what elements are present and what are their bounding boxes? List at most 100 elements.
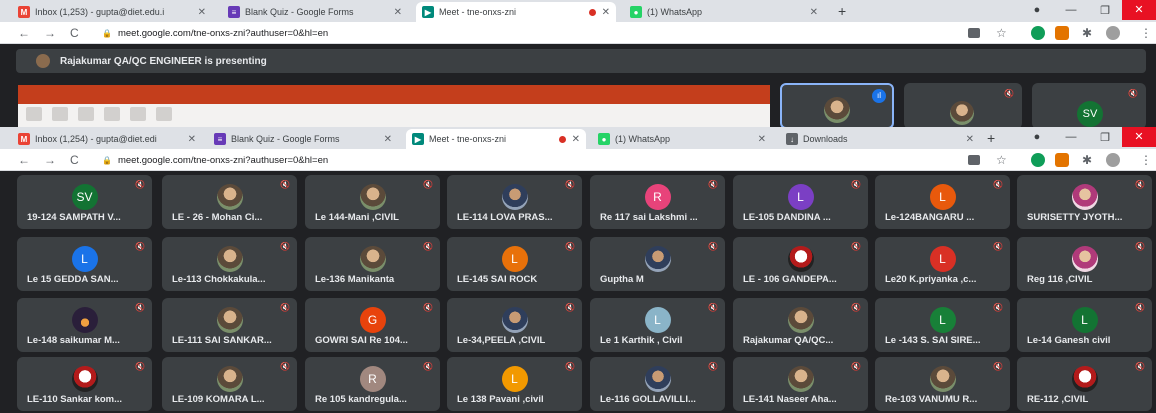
close-tab-icon[interactable]: ✕ [384,134,392,145]
maximize-button[interactable]: ❐ [1088,131,1122,144]
participant-tile[interactable]: 🔇 L Le 1 Karthik , Civil [590,298,725,352]
back-icon[interactable]: ← [18,26,30,40]
camera-icon[interactable] [968,28,980,38]
address-bar[interactable]: 🔒 meet.google.com/tne-onxs-zni?authuser=… [102,25,328,41]
participant-tile[interactable]: 🔇 Le-113 Chokkakula... [162,237,297,291]
participant-tile[interactable]: 🔇 LE - 26 - Mohan Ci... [162,175,297,229]
forward-icon[interactable]: → [44,153,56,167]
participant-tile-speaking[interactable]: ıl [780,83,894,129]
participant-tile[interactable]: 🔇 Le-136 Manikanta [305,237,440,291]
participant-tile[interactable]: 🔇 L Le -143 S. SAI SIRE... [875,298,1010,352]
mic-off-icon: 🔇 [993,242,1003,251]
profile-avatar[interactable] [1106,153,1120,167]
back-icon[interactable]: ← [18,153,30,167]
participant-name: Re 105 kandregula... [315,394,407,405]
participant-tile[interactable]: 🔇 L Le 138 Pavani ,civil [447,357,582,411]
browser-tab[interactable]: ● (1) WhatsApp ✕ [624,2,824,22]
participant-tile[interactable]: 🔇 L Le 15 GEDDA SAN... [17,237,152,291]
close-tab-icon[interactable]: ✕ [758,134,766,145]
close-window-button[interactable]: ✕ [1122,127,1156,147]
participant-tile[interactable]: 🔇 LE-141 Naseer Aha... [733,357,868,411]
camera-icon[interactable] [968,155,980,165]
participant-tile[interactable]: 🔇 LE-110 Sankar kom... [17,357,152,411]
reload-icon[interactable]: C [70,26,79,40]
extension-icon[interactable] [1031,153,1045,167]
new-tab-button[interactable]: + [987,130,995,146]
participant-tile[interactable]: 🔇 SV 19-124 SAMPATH V... [17,175,152,229]
participant-tile[interactable]: 🔇 R Re 117 sai Lakshmi ... [590,175,725,229]
participant-name: LE-145 SAI ROCK [457,274,538,285]
tab-title: Inbox (1,254) - gupta@diet.edi [35,134,157,144]
participant-tile[interactable]: 🔇 LE - 106 GANDEPA... [733,237,868,291]
participant-tile[interactable]: 🔇 Re-103 VANUMU R... [875,357,1010,411]
mic-off-icon: 🔇 [280,362,290,371]
browser-tab[interactable]: ↓ Downloads ✕ [780,129,980,149]
participant-name: LE-110 Sankar kom... [27,394,123,405]
extension-icon[interactable] [1055,153,1069,167]
browser-tab[interactable]: ≡ Blank Quiz - Google Forms ✕ [208,129,398,149]
lock-icon: 🔒 [102,28,112,38]
browser-tab[interactable]: ▶ Meet - tne-onxs-zni ✕ [406,129,586,149]
mic-off-icon: 🔇 [135,362,145,371]
participant-tile[interactable]: 🔇 L LE-145 SAI ROCK [447,237,582,291]
profile-avatar[interactable] [1106,26,1120,40]
participant-tile[interactable]: 🔇 SURISETTY JYOTH... [1017,175,1152,229]
forward-icon[interactable]: → [44,26,56,40]
close-tab-icon[interactable]: ✕ [572,134,580,145]
bookmark-star-icon[interactable]: ☆ [996,153,1007,167]
participant-tile[interactable]: 🔇 LE-111 SAI SANKAR... [162,298,297,352]
participant-tile[interactable]: 🔇 Le-34,PEELA ,CIVIL [447,298,582,352]
profile-icon[interactable]: ● [1020,4,1054,16]
participant-tile[interactable]: SV 🔇 [1032,83,1146,129]
mic-off-icon: 🔇 [565,303,575,312]
participant-tile[interactable]: 🔇 LE-109 KOMARA L... [162,357,297,411]
participant-tile[interactable]: 🔇 L Le-124BANGARU ... [875,175,1010,229]
participant-tile[interactable]: 🔇 L LE-105 DANDINA ... [733,175,868,229]
extension-icon[interactable] [1055,26,1069,40]
bookmark-star-icon[interactable]: ☆ [996,26,1007,40]
menu-icon[interactable]: ⋮ [1140,26,1152,40]
participant-name: Le-113 Chokkakula... [172,274,266,285]
participant-tile[interactable]: 🔇 R Re 105 kandregula... [305,357,440,411]
close-tab-icon[interactable]: ✕ [198,7,206,18]
new-tab-button[interactable]: + [838,3,846,19]
close-tab-icon[interactable]: ✕ [394,7,402,18]
participant-tile[interactable]: 🔇 [904,83,1022,129]
participant-tile[interactable]: 🔇 Le-116 GOLLAVILLI... [590,357,725,411]
browser-tab[interactable]: ● (1) WhatsApp ✕ [592,129,772,149]
participant-tile[interactable]: 🔇 L Le-14 Ganesh civil [1017,298,1152,352]
extensions-puzzle-icon[interactable]: ✱ [1082,26,1092,40]
browser-tab[interactable]: M Inbox (1,253) - gupta@diet.edu.i ✕ [12,2,212,22]
browser-tab[interactable]: ▶ Meet - tne-onxs-zni ✕ [416,2,616,22]
participant-tile[interactable]: 🔇 RE-112 ,CIVIL [1017,357,1152,411]
participant-tile[interactable]: 🔇 Rajakumar QA/QC... [733,298,868,352]
reload-icon[interactable]: C [70,153,79,167]
browser-tab[interactable]: M Inbox (1,254) - gupta@diet.edi ✕ [12,129,202,149]
close-tab-icon[interactable]: ✕ [602,7,610,18]
extension-icon[interactable] [1031,26,1045,40]
address-bar[interactable]: 🔒 meet.google.com/tne-onxs-zni?authuser=… [102,152,328,168]
maximize-button[interactable]: ❐ [1088,4,1122,17]
participant-tile[interactable]: 🔇 Le-148 saikumar M... [17,298,152,352]
minimize-button[interactable]: — [1054,131,1088,143]
close-tab-icon[interactable]: ✕ [966,134,974,145]
close-tab-icon[interactable]: ✕ [188,134,196,145]
participant-tile[interactable]: 🔇 Guptha M [590,237,725,291]
tab-favicon-icon: M [18,6,30,18]
minimize-button[interactable]: — [1054,4,1088,16]
shared-screen [18,85,770,129]
menu-icon[interactable]: ⋮ [1140,153,1152,167]
participant-tile[interactable]: 🔇 L Le20 K.priyanka ,c... [875,237,1010,291]
participant-tile[interactable]: 🔇 Reg 116 ,CIVIL [1017,237,1152,291]
close-window-button[interactable]: ✕ [1122,0,1156,20]
extensions-puzzle-icon[interactable]: ✱ [1082,153,1092,167]
avatar [216,307,243,333]
participant-tile[interactable]: 🔇 LE-114 LOVA PRAS... [447,175,582,229]
profile-icon[interactable]: ● [1020,131,1054,143]
participant-tile[interactable]: 🔇 Le 144-Mani ,CIVIL [305,175,440,229]
close-tab-icon[interactable]: ✕ [810,7,818,18]
participant-tile[interactable]: 🔇 G GOWRI SAI Re 104... [305,298,440,352]
browser-tab[interactable]: ≡ Blank Quiz - Google Forms ✕ [222,2,408,22]
participant-name: RE-112 ,CIVIL [1027,394,1089,405]
avatar: G [359,307,386,333]
